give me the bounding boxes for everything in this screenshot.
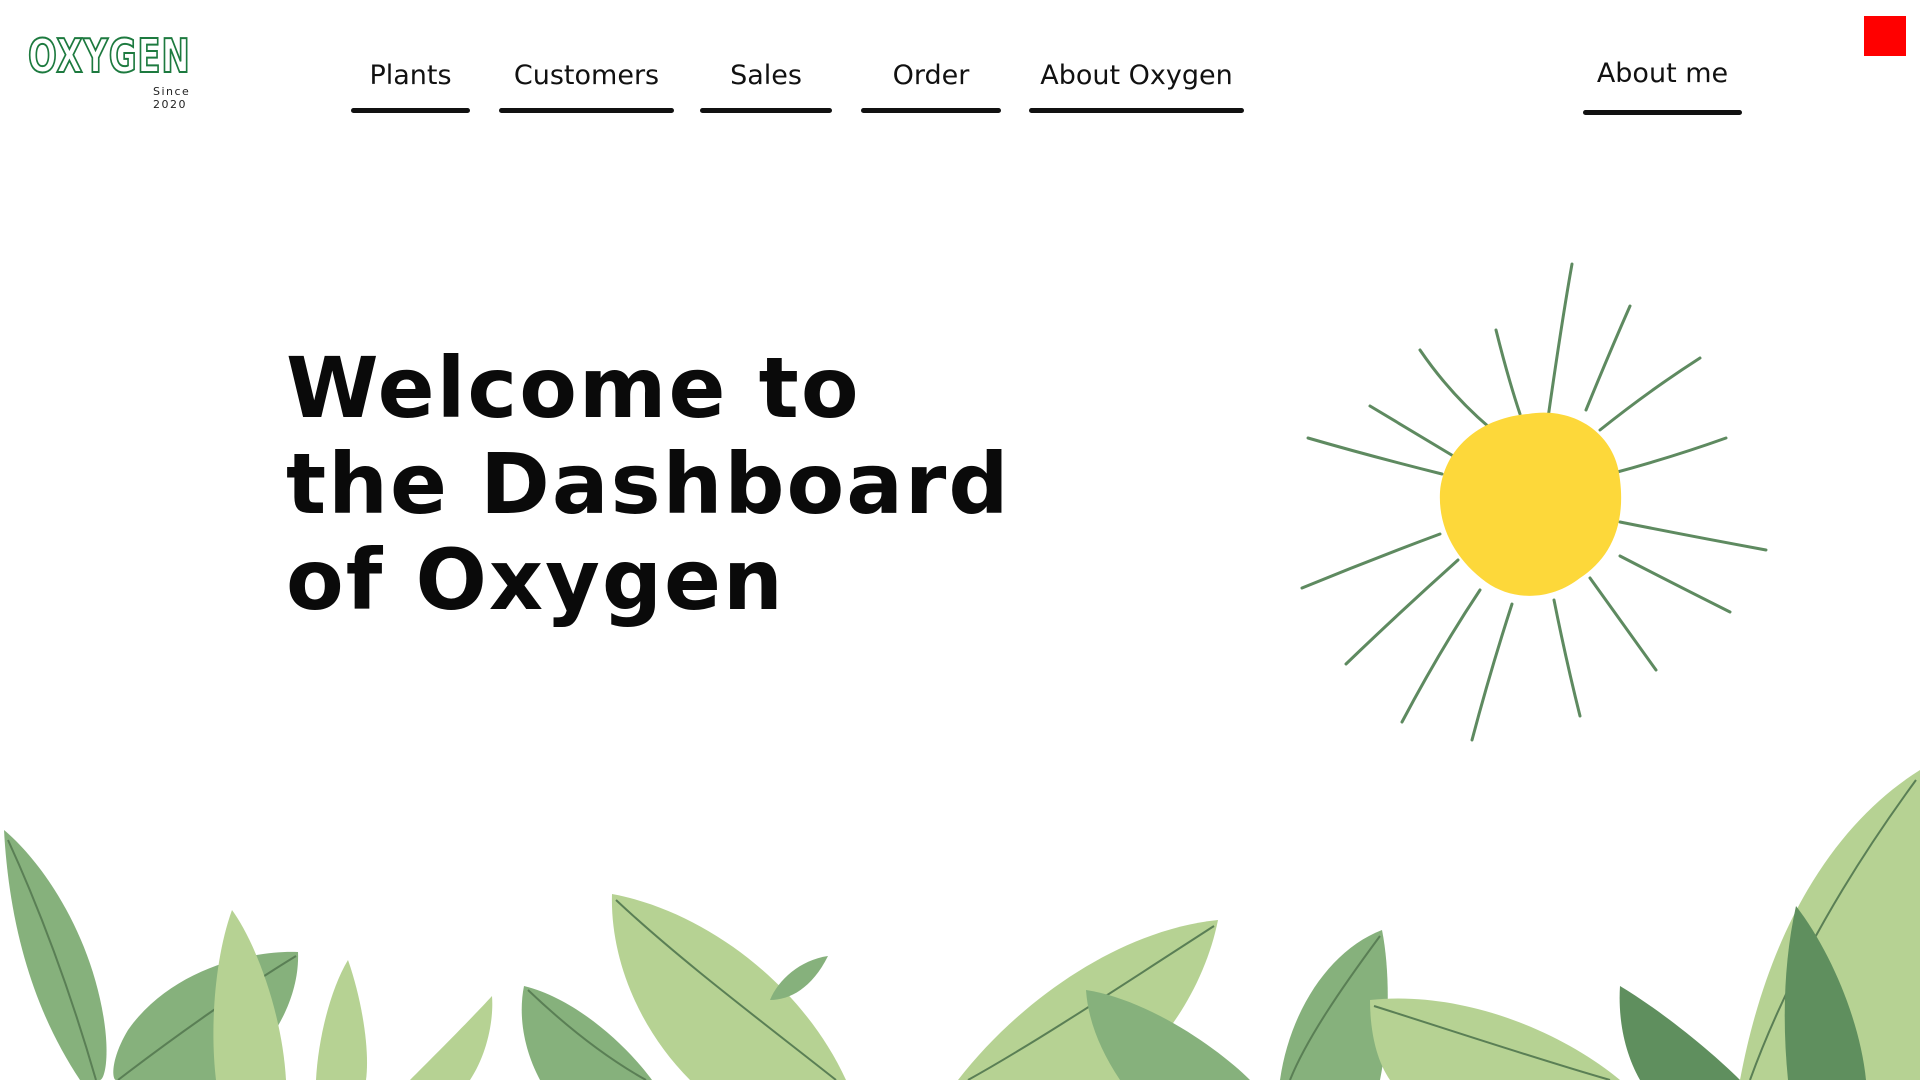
leaf-left-tall [4,830,107,1080]
hero-title-line-3: of Oxygen [286,531,785,629]
nav-about-me[interactable]: About me [1583,54,1742,115]
nav-order[interactable]: Order [861,56,1001,116]
nav-order-label: Order [892,60,970,91]
sun-illustration [1300,262,1768,742]
nav-about-me-underline [1583,110,1742,115]
nav-plants[interactable]: Plants [351,56,470,116]
nav-about-oxygen-underline [1029,108,1244,113]
sun-disc [1439,412,1622,596]
leaves-illustration [4,770,1920,1080]
nav-sales[interactable]: Sales [700,56,832,116]
hero-title-line-1: Welcome to [286,339,861,437]
nav-about-oxygen-label: About Oxygen [1040,60,1233,91]
nav-customers[interactable]: Customers [499,56,674,116]
leaf-right-low [1370,998,1620,1080]
nav-customers-label: Customers [513,60,660,91]
close-square-icon[interactable] [1864,16,1906,56]
nav-about-me-label: About me [1596,58,1729,89]
dashboard-page: OXYGEN Since 2020 Plants Customers Sales… [0,0,1920,1080]
hero-title: Welcome to the Dashboard of Oxygen [286,339,1011,629]
logo-since-text: Since 2020 [153,85,191,111]
leaf-spotted-2 [316,960,368,1080]
oxygen-logo[interactable]: OXYGEN Since 2020 [27,29,228,111]
nav-sales-underline [700,108,832,113]
leaf-center-small [770,956,828,1000]
nav-about-oxygen[interactable]: About Oxygen [1029,56,1244,116]
leaf-spotted-3 [410,996,493,1080]
nav-sales-label: Sales [730,60,802,91]
leaf-far-right-dark [1619,986,1740,1080]
nav-customers-underline [499,108,674,113]
nav-plants-underline [351,108,470,113]
nav-plants-label: Plants [369,60,452,91]
nav-order-underline [861,108,1001,113]
leaf-center-left [521,986,652,1080]
hero-title-line-2: the Dashboard [286,435,1011,533]
logo-wordmark: OXYGEN [27,29,191,83]
leaf-center-big [611,894,846,1080]
